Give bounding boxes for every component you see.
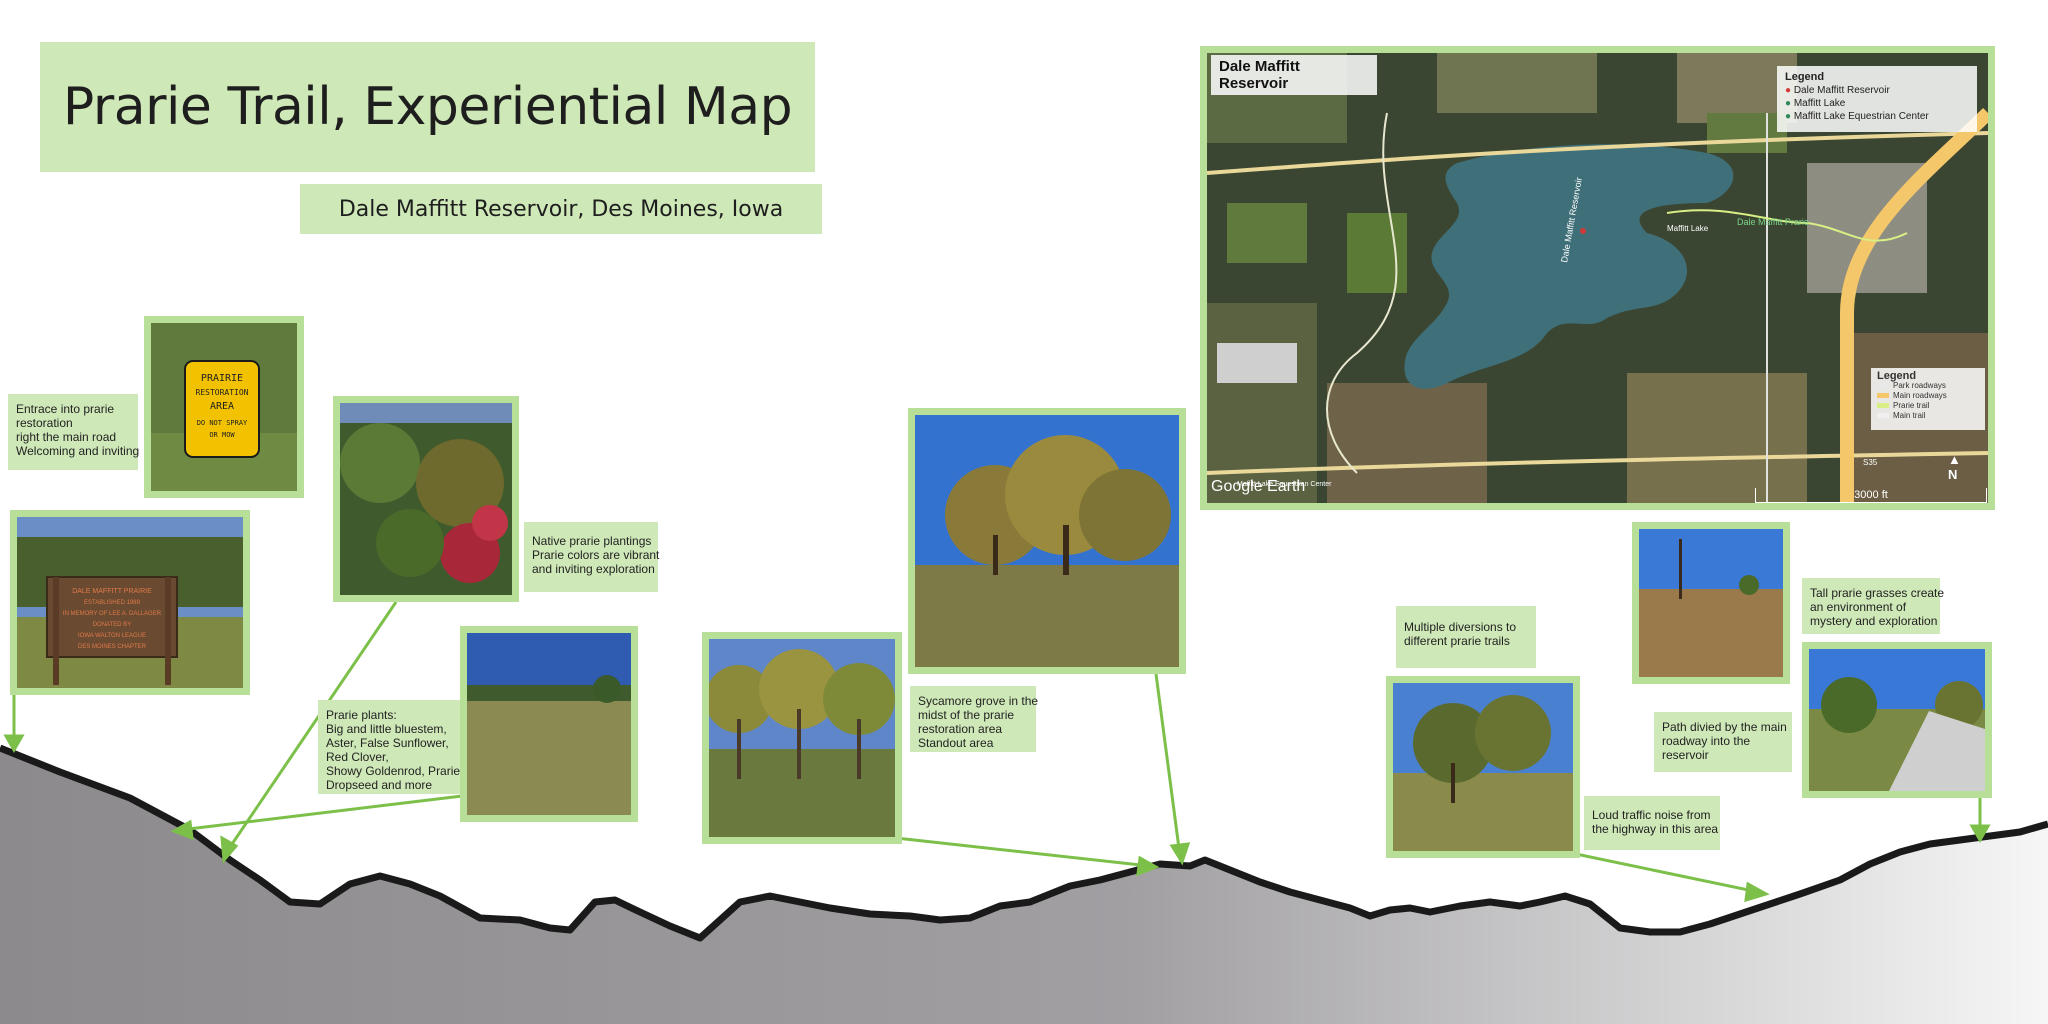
legend-pin-icon: ● [1785, 98, 1792, 109]
memorial-line: IOWA WALTON LEAGUE [78, 633, 146, 639]
arrow-sycamore-head [1169, 842, 1191, 866]
map-route-label: S35 [1863, 458, 1878, 467]
map-label-trail: Dale Maffitt Prarie [1737, 217, 1809, 227]
arrow-plants [179, 794, 463, 832]
scale-bar: 3000 ft [1755, 488, 1987, 503]
legend-pin-icon: ● [1785, 85, 1792, 96]
note-entrance: Entrace into prarie restoration right th… [8, 394, 139, 470]
sign-line: OR MOW [209, 431, 235, 439]
legend-pin-icon: ● [1785, 111, 1792, 122]
north-arrow-icon: ▲ N [1948, 452, 1961, 482]
note-sycamore: Sycamore grove in the midst of the prari… [910, 686, 1038, 752]
arrow-traffic [1575, 852, 1759, 894]
note-tall-grass: Tall prarie grasses create an environmen… [1802, 578, 1944, 634]
map-label-lake: Maffitt Lake [1667, 224, 1709, 233]
photo-sycamore [908, 408, 1186, 674]
note-native-plantings: Native prarie plantings Prarie colors ar… [524, 522, 659, 592]
note-prairie-plants: Prarie plants: Big and little bluestem, … [318, 700, 460, 794]
google-earth-watermark: Google Earth [1211, 478, 1306, 495]
memorial-line: IN MEMORY OF LEE A. DALLAGER [63, 611, 162, 617]
photo-prairie-field [460, 626, 638, 822]
sign-line: DO NOT SPRAY [197, 419, 248, 427]
memorial-line: ESTABLISHED 1989 [84, 600, 141, 606]
arrow-sycamore [1154, 673, 1182, 857]
map-pin-reservoir [1580, 228, 1586, 234]
note-diversions: Multiple diversions to different prarie … [1396, 606, 1536, 668]
photo-native-plantings [333, 396, 519, 602]
photo-roadway [1802, 642, 1992, 798]
note-path: Path divied by the main roadway into the… [1654, 712, 1792, 772]
memorial-line: DONATED BY [93, 622, 132, 628]
note-traffic: Loud traffic noise from the highway in t… [1584, 796, 1720, 850]
terrain-fill [0, 748, 2048, 1024]
arrow-grove [895, 836, 1151, 868]
roads-legend: Legend Park roadways Main roadways Prari… [1871, 368, 1985, 430]
photo-prairie-sign: PRAIRIE RESTORATION AREA DO NOT SPRAY OR… [144, 316, 304, 498]
photo-trail-diversion [1386, 676, 1580, 858]
memorial-line: DALE MAFFITT PRAIRIE [72, 588, 152, 595]
sign-line: AREA [210, 401, 234, 412]
arrow-traffic-head [1744, 881, 1770, 903]
photo-tree-grove [702, 632, 902, 844]
photo-tall-grass [1632, 522, 1790, 684]
sign-line: PRAIRIE [201, 373, 243, 384]
photo-memorial-sign: DALE MAFFITT PRAIRIE ESTABLISHED 1989 IN… [10, 510, 250, 695]
memorial-line: DES MOINES CHAPTER [78, 644, 147, 650]
map-legend: Legend ● Dale Maffitt Reservoir ● Maffit… [1777, 66, 1977, 132]
map-title: Dale Maffitt Reservoir [1211, 55, 1377, 95]
sign-line: RESTORATION [196, 388, 249, 397]
